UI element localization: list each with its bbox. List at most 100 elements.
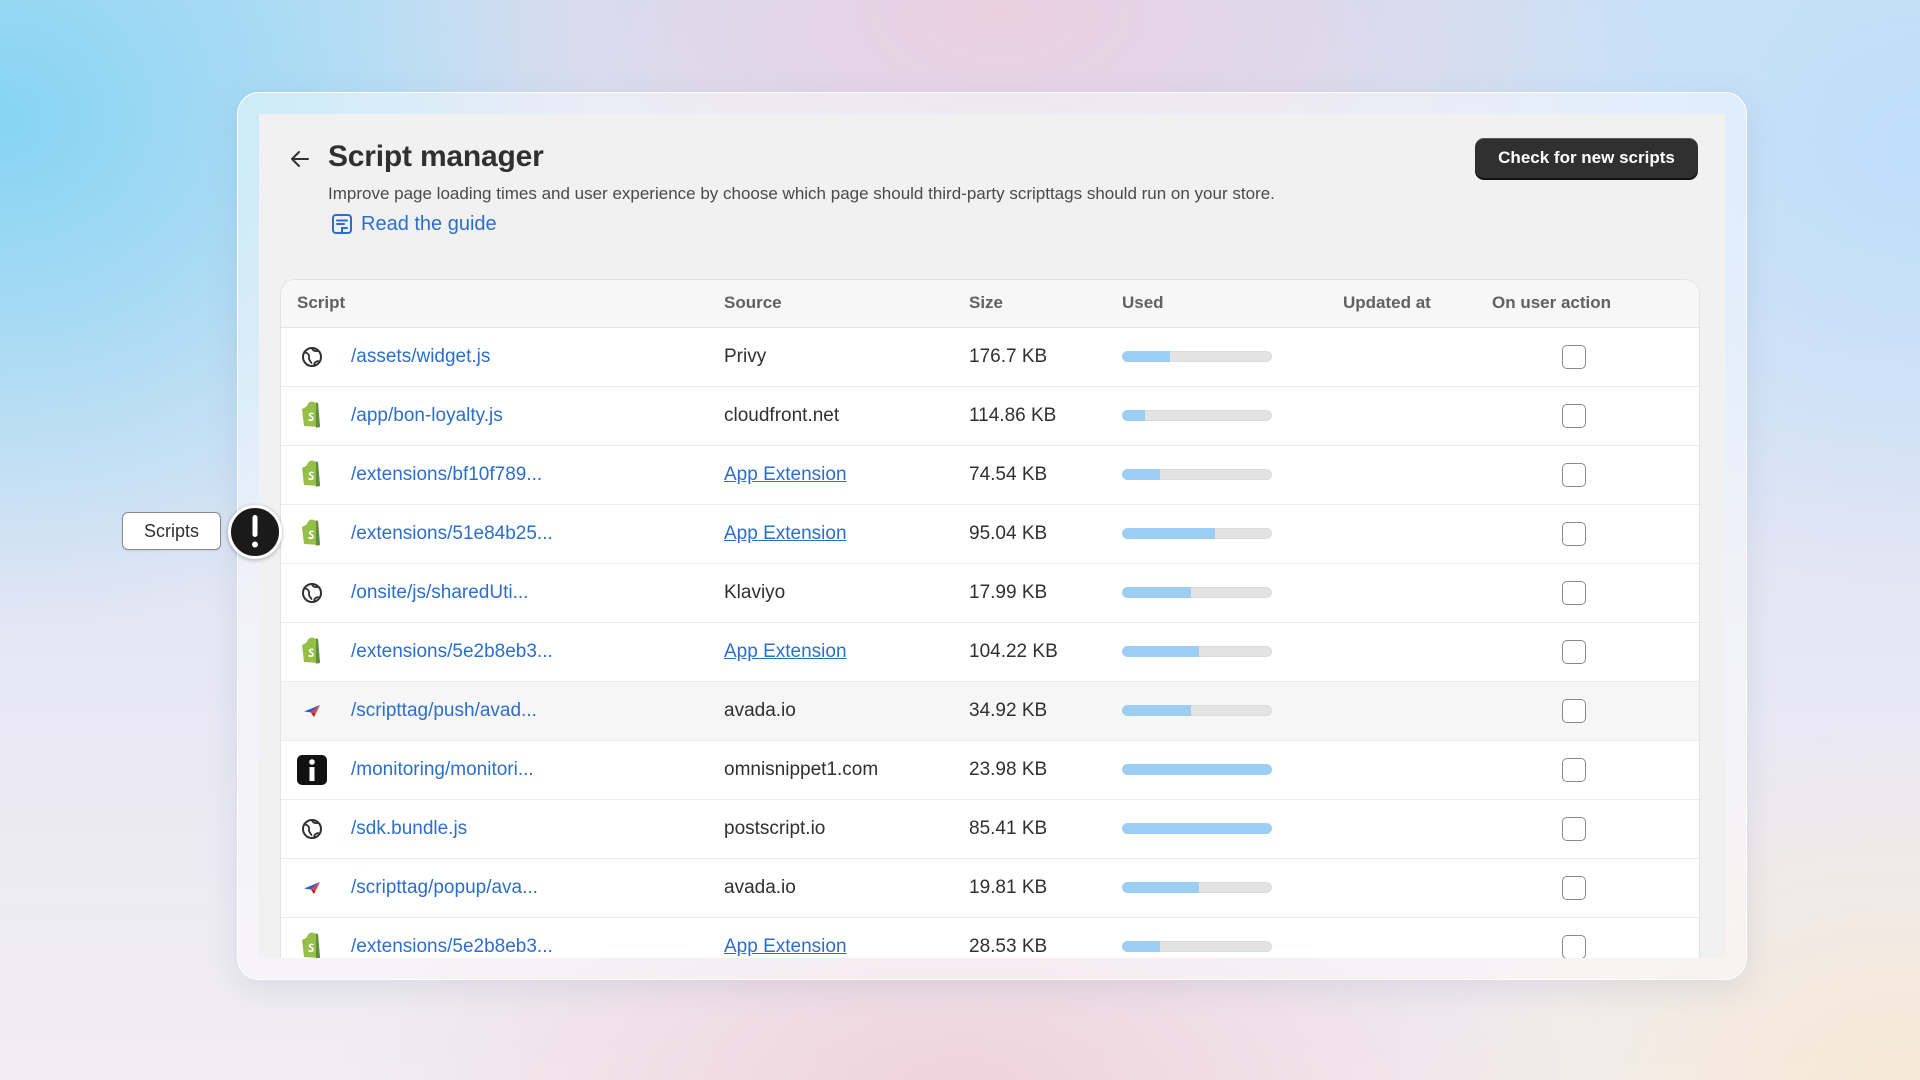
cell-updated-at	[1343, 799, 1492, 859]
table-row: /extensions/51e84b25... App Extension 95.0…	[281, 504, 1699, 564]
cell-script: /onsite/js/sharedUti...	[281, 563, 724, 623]
on-user-action-checkbox[interactable]	[1562, 639, 1586, 664]
source-link[interactable]: App Extension	[724, 523, 847, 544]
source-link[interactable]: App Extension	[724, 936, 847, 957]
source-text: Klaviyo	[724, 581, 786, 603]
scripts-table-card: Script Source Size Used Updated at On us…	[281, 280, 1699, 958]
on-user-action-checkbox[interactable]	[1562, 462, 1586, 487]
usage-bar-fill	[1122, 469, 1160, 480]
table-row: /assets/widget.js Privy 176.7 KB	[281, 327, 1699, 387]
usage-bar	[1122, 705, 1272, 716]
cell-source: avada.io	[724, 858, 969, 918]
usage-bar-fill	[1122, 410, 1145, 421]
on-user-action-checkbox[interactable]	[1562, 875, 1586, 900]
read-guide-link[interactable]: Read the guide	[331, 210, 497, 238]
cell-script: /extensions/bf10f789...	[281, 445, 724, 505]
script-link[interactable]: /monitoring/monitori...	[351, 759, 534, 781]
table-row: /onsite/js/sharedUti... Klaviyo 17.99 KB	[281, 563, 1699, 623]
on-user-action-checkbox[interactable]	[1562, 816, 1586, 841]
cell-updated-at	[1343, 622, 1492, 682]
script-cell-content: /extensions/51e84b25...	[297, 519, 724, 549]
script-link[interactable]: /sdk.bundle.js	[351, 818, 467, 840]
cell-source: avada.io	[724, 681, 969, 741]
usage-bar	[1122, 528, 1272, 539]
on-user-action-checkbox[interactable]	[1562, 934, 1586, 958]
usage-bar	[1122, 882, 1272, 893]
avada-icon	[297, 873, 327, 903]
script-cell-content: /sdk.bundle.js	[297, 814, 724, 844]
script-link[interactable]: /extensions/51e84b25...	[351, 523, 553, 545]
shopify-icon	[297, 460, 327, 490]
on-user-action-checkbox[interactable]	[1562, 521, 1586, 546]
cell-source: omnisnippet1.com	[724, 740, 969, 800]
script-cell-content: /app/bon-loyalty.js	[297, 401, 724, 431]
cell-on-user-action	[1492, 917, 1699, 958]
on-user-action-checkbox[interactable]	[1562, 580, 1586, 605]
script-link[interactable]: /onsite/js/sharedUti...	[351, 582, 528, 604]
globe-icon	[297, 814, 327, 844]
column-header-on-user-action: On user action	[1492, 280, 1699, 328]
guide-icon	[332, 214, 352, 234]
cell-on-user-action	[1492, 327, 1699, 387]
cell-script: /sdk.bundle.js	[281, 799, 724, 859]
usage-bar-fill	[1122, 882, 1199, 893]
usage-bar-fill	[1122, 646, 1199, 657]
source-text: Privy	[724, 345, 767, 367]
check-for-new-scripts-button[interactable]: Check for new scripts	[1475, 138, 1698, 178]
on-user-action-checkbox[interactable]	[1562, 757, 1586, 782]
source-text: avada.io	[724, 876, 796, 898]
cell-used	[1122, 681, 1343, 741]
on-user-action-checkbox[interactable]	[1562, 344, 1586, 369]
cell-updated-at	[1343, 504, 1492, 564]
cell-script: /extensions/5e2b8eb3...	[281, 622, 724, 682]
cell-size: 17.99 KB	[969, 563, 1122, 623]
cell-on-user-action	[1492, 445, 1699, 505]
script-link[interactable]: /extensions/bf10f789...	[351, 464, 542, 486]
usage-bar-fill	[1122, 528, 1215, 539]
script-link[interactable]: /extensions/5e2b8eb3...	[351, 936, 553, 958]
back-button[interactable]	[285, 144, 315, 174]
script-link[interactable]: /assets/widget.js	[351, 346, 490, 368]
script-link[interactable]: /extensions/5e2b8eb3...	[351, 641, 553, 663]
script-link[interactable]: /scripttag/push/avad...	[351, 700, 537, 722]
script-link[interactable]: /app/bon-loyalty.js	[351, 405, 503, 427]
cell-used	[1122, 622, 1343, 682]
cell-script: /extensions/5e2b8eb3...	[281, 917, 724, 958]
cell-source: postscript.io	[724, 799, 969, 859]
script-link[interactable]: /scripttag/popup/ava...	[351, 877, 538, 899]
cell-on-user-action	[1492, 563, 1699, 623]
cell-size: 95.04 KB	[969, 504, 1122, 564]
cell-on-user-action	[1492, 622, 1699, 682]
source-text: postscript.io	[724, 817, 826, 839]
column-header-source: Source	[724, 280, 969, 328]
script-cell-content: /assets/widget.js	[297, 342, 724, 372]
usage-bar-fill	[1122, 823, 1272, 834]
cell-on-user-action	[1492, 740, 1699, 800]
script-cell-content: /scripttag/popup/ava...	[297, 873, 724, 903]
column-header-updated-at: Updated at	[1343, 280, 1492, 328]
on-user-action-checkbox[interactable]	[1562, 403, 1586, 428]
table-header-row: Script Source Size Used Updated at On us…	[281, 280, 1699, 328]
cell-used	[1122, 799, 1343, 859]
table-row: /extensions/5e2b8eb3... App Extension 28.5…	[281, 917, 1699, 958]
table-row: /extensions/5e2b8eb3... App Extension 104.…	[281, 622, 1699, 682]
cell-size: 104.22 KB	[969, 622, 1122, 682]
usage-bar	[1122, 646, 1272, 657]
column-header-size: Size	[969, 280, 1122, 328]
source-link[interactable]: App Extension	[724, 641, 847, 662]
source-text: cloudfront.net	[724, 404, 840, 426]
cell-script: /scripttag/popup/ava...	[281, 858, 724, 918]
on-user-action-checkbox[interactable]	[1562, 698, 1586, 723]
table-row: /sdk.bundle.js postscript.io 85.41 KB	[281, 799, 1699, 859]
cell-source: App Extension	[724, 622, 969, 682]
arrow-left-icon	[291, 151, 309, 167]
cell-source: App Extension	[724, 504, 969, 564]
cell-source: App Extension	[724, 917, 969, 958]
cell-updated-at	[1343, 858, 1492, 918]
cell-script: /monitoring/monitori...	[281, 740, 724, 800]
cell-used	[1122, 445, 1343, 505]
usage-bar-fill	[1122, 351, 1170, 362]
cell-used	[1122, 386, 1343, 446]
script-manager-page: Script manager Improve page loading time…	[259, 114, 1725, 958]
source-link[interactable]: App Extension	[724, 464, 847, 485]
